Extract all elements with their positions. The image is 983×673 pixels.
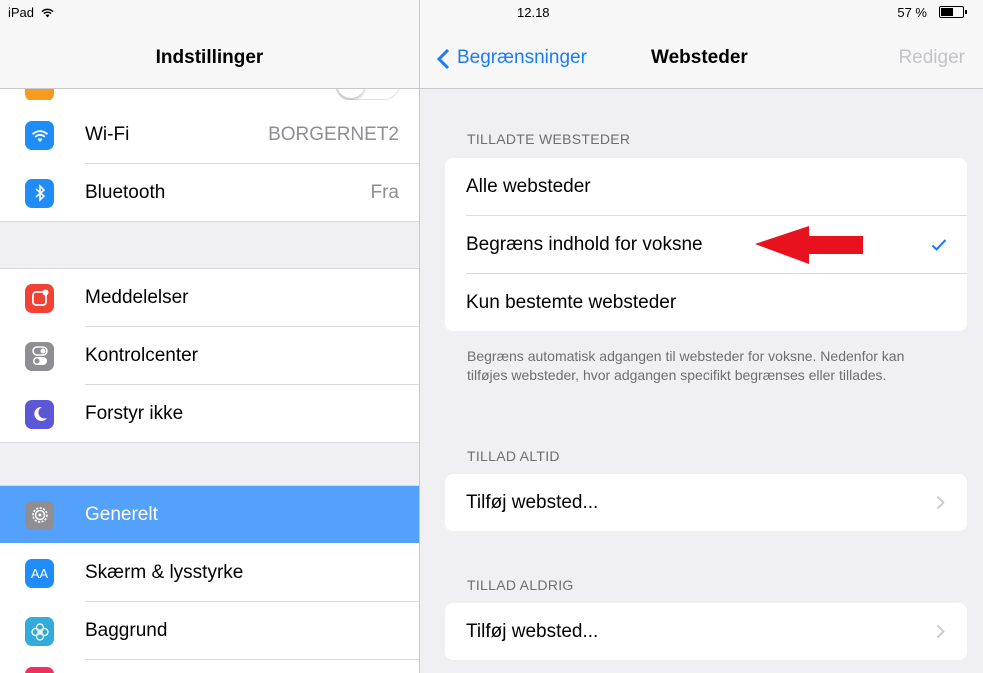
- detail-navbar: 12.18 57 % Begrænsninger Websteder Redig…: [420, 0, 983, 89]
- sidebar-title: Indstillinger: [155, 47, 264, 68]
- sidebar-item-label: Baggrund: [85, 620, 168, 641]
- sidebar-item-label: Forstyr ikke: [85, 403, 184, 424]
- sidebar-item-bluetooth[interactable]: Bluetooth Fra: [0, 164, 419, 221]
- option-limit-adult[interactable]: Begræns indhold for voksne: [445, 216, 967, 273]
- wallpaper-icon: [25, 617, 54, 646]
- sidebar-item-label: Bluetooth: [85, 182, 166, 203]
- detail-pane: 12.18 57 % Begrænsninger Websteder Redig…: [420, 0, 983, 673]
- section-footer: Begræns automatisk adgangen til webstede…: [467, 348, 905, 383]
- sidebar-item-wifi[interactable]: Wi-Fi BORGERNET2: [0, 106, 419, 163]
- wifi-network-value: BORGERNET2: [268, 124, 399, 145]
- status-battery: 57 %: [897, 5, 927, 20]
- option-label: Alle websteder: [466, 176, 591, 197]
- gear-icon: [25, 501, 54, 530]
- add-never-site-button[interactable]: Tilføj websted...: [445, 603, 967, 660]
- connectivity-group: Wi-Fi BORGERNET2 Bluetooth Fra: [0, 100, 419, 222]
- section-header-never: TILLAD ALDRIG: [467, 577, 574, 593]
- wifi-icon: [25, 121, 54, 150]
- notifications-group: Meddelelser Kontrolcenter Forstyr ikke: [0, 268, 419, 443]
- sidebar-item-display[interactable]: AA Skærm & lysstyrke: [0, 544, 419, 601]
- checkmark-icon: [931, 239, 947, 251]
- add-site-label: Tilføj websted...: [466, 621, 599, 642]
- chevron-left-icon: [436, 48, 450, 70]
- display-icon: AA: [25, 559, 54, 588]
- always-allow-card: Tilføj websted...: [445, 474, 967, 531]
- battery-tip: [965, 10, 967, 14]
- edit-button[interactable]: Rediger: [898, 47, 965, 69]
- sidebar-item-wallpaper[interactable]: Baggrund: [0, 602, 419, 659]
- status-device: iPad: [8, 5, 54, 20]
- sidebar-item-do-not-disturb[interactable]: Forstyr ikke: [0, 385, 419, 442]
- chevron-right-icon: [936, 624, 945, 639]
- add-site-label: Tilføj websted...: [466, 492, 599, 513]
- sidebar-item-label: Skærm & lysstyrke: [85, 562, 244, 583]
- status-time: 12.18: [517, 5, 550, 20]
- page-title: Websteder: [651, 47, 748, 68]
- section-header-allowed: TILLADTE WEBSTEDER: [467, 131, 631, 147]
- sidebar-item-label: Generelt: [85, 504, 158, 525]
- battery-icon: [939, 6, 967, 18]
- sidebar-item-general[interactable]: Generelt: [0, 486, 419, 543]
- sidebar-item-label: Kontrolcenter: [85, 345, 199, 366]
- settings-sidebar: iPad Indstillinger Wi-Fi BORGERNET2 Blue…: [0, 0, 420, 673]
- option-all-sites[interactable]: Alle websteder: [445, 158, 967, 215]
- chevron-right-icon: [936, 495, 945, 510]
- sidebar-item-notifications[interactable]: Meddelelser: [0, 269, 419, 326]
- moon-icon: [25, 400, 54, 429]
- bluetooth-icon: [25, 179, 54, 208]
- general-group: Generelt AA Skærm & lysstyrke Baggrund: [0, 485, 419, 673]
- allowed-sites-card: Alle websteder Begræns indhold for voksn…: [445, 158, 967, 331]
- option-label: Begræns indhold for voksne: [466, 234, 703, 255]
- never-allow-card: Tilføj websted...: [445, 603, 967, 660]
- add-always-site-button[interactable]: Tilføj websted...: [445, 474, 967, 531]
- option-label: Kun bestemte websteder: [466, 292, 677, 313]
- sidebar-item-label: Wi-Fi: [85, 124, 130, 145]
- sidebar-header: iPad Indstillinger: [0, 0, 419, 89]
- annotation-arrow: [755, 226, 863, 264]
- battery-level: [941, 8, 953, 16]
- sidebar-item-label: Meddelelser: [85, 287, 189, 308]
- wifi-status-icon: [41, 8, 54, 18]
- row-divider: [85, 659, 419, 660]
- bluetooth-status-value: Fra: [370, 182, 400, 203]
- back-label: Begrænsninger: [457, 47, 587, 68]
- partial-next-icon: [25, 667, 54, 673]
- control-center-icon: [25, 342, 54, 371]
- notifications-icon: [25, 284, 54, 313]
- option-specific-sites[interactable]: Kun bestemte websteder: [445, 274, 967, 331]
- sidebar-item-control-center[interactable]: Kontrolcenter: [0, 327, 419, 384]
- section-header-always: TILLAD ALTID: [467, 448, 560, 464]
